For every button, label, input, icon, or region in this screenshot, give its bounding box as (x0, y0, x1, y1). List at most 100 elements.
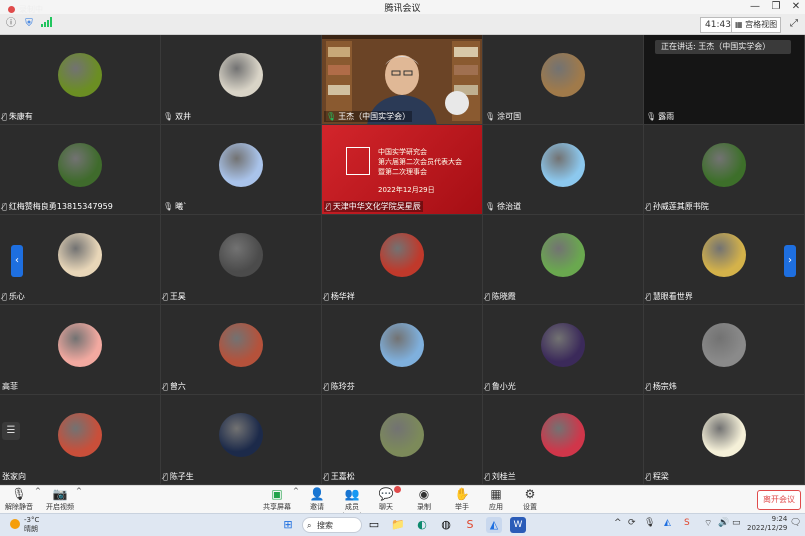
mic-muted-icon: 🎙̸ (163, 472, 168, 481)
chat-button[interactable]: 💬 聊天 (374, 486, 401, 513)
participant-name-text: 王杰（中国实学会） (338, 112, 411, 121)
participant-tile[interactable]: 🎙̸ 红梅赞梅良勇13815347959 (0, 125, 161, 215)
participant-tile[interactable]: 🎙̸ 鲁小光 (483, 305, 644, 395)
mic-muted-icon: 🎙̸ (646, 202, 651, 211)
battery-icon[interactable]: ▭ (732, 518, 741, 528)
participant-name-text: 鲁小光 (491, 382, 516, 391)
info-icon[interactable]: ⓘ (4, 17, 18, 31)
share-options-chevron-icon[interactable]: ^ (293, 487, 299, 513)
windows-start-icon[interactable]: ⊞ (280, 517, 296, 533)
fullscreen-icon[interactable]: ⤢ (787, 17, 801, 31)
participant-name: 张家向 (2, 471, 26, 482)
share-label: 共享屏幕 (263, 503, 291, 511)
participant-tile[interactable]: 🎙̸ 王昊 (161, 215, 322, 305)
avatar (219, 412, 263, 457)
audio-options-chevron-icon[interactable]: ^ (35, 487, 41, 513)
volume-icon[interactable]: 🔊 (718, 518, 729, 528)
participant-tile[interactable]: 张家向 (0, 395, 161, 485)
weather-widget[interactable]: -3°C 晴朗 (10, 516, 39, 534)
wifi-icon[interactable]: ⌔ (704, 518, 712, 529)
raise-hand-button[interactable]: ✋ 举手 (450, 487, 474, 513)
tray-tencent-icon[interactable]: ◭ (664, 518, 671, 528)
mic-muted-icon: 🎙 (11, 487, 27, 501)
weather-temp: -3°C (24, 516, 40, 524)
participant-tile[interactable]: 🎙̸ 朱康有 (0, 35, 161, 125)
tray-wps-icon[interactable]: S (684, 518, 690, 528)
record-button[interactable]: ◉ 录制 (412, 487, 436, 513)
video-options-chevron-icon[interactable]: ^ (76, 487, 82, 513)
file-explorer-icon[interactable]: 📁 (390, 517, 406, 533)
hand-icon: ✋ (454, 487, 470, 501)
minimize-button[interactable]: — (745, 0, 765, 14)
chrome-icon[interactable]: ◍ (438, 517, 454, 533)
record-icon: ◉ (418, 487, 430, 501)
members-button[interactable]: 👥成员(99+) (335, 487, 369, 520)
participant-tile[interactable]: 🎙̸ 刘桂兰 (483, 395, 644, 485)
participant-tile[interactable]: 高菲 (0, 305, 161, 395)
participant-tile[interactable]: 🎙̸ 杨宗炜 (644, 305, 805, 395)
participant-name: 🎙̸ 鲁小光 (485, 381, 516, 392)
close-button[interactable]: ✕ (786, 0, 805, 14)
video-button[interactable]: 📷 开启视频 (45, 487, 75, 513)
participant-tile[interactable]: 🎙̸ 王嘉松 (322, 395, 483, 485)
side-menu-icon[interactable]: ☰ (2, 422, 20, 440)
prev-page-button[interactable]: ‹ (11, 245, 23, 277)
tencent-meeting-icon[interactable]: ◭ (486, 517, 502, 533)
participant-tile[interactable]: 🎙 双井 (161, 35, 322, 125)
avatar (541, 232, 585, 277)
apps-button[interactable]: ▦ 应用 (484, 487, 508, 513)
participant-name: 🎙 徐治道 (485, 201, 521, 212)
tray-mic-icon[interactable]: 🎙 (644, 518, 655, 528)
notification-icon[interactable]: 🗨 (790, 518, 801, 528)
participant-tile[interactable]: 🎙 涂可国 (483, 35, 644, 125)
share-screen-button[interactable]: ▣ 共享屏幕 (262, 487, 292, 513)
signal-icon[interactable] (40, 17, 54, 31)
shield-icon[interactable]: ⛨ (22, 17, 36, 31)
record-label: 录制 (417, 503, 431, 511)
participant-name-text: 杨华祥 (330, 292, 355, 301)
settings-button[interactable]: ⚙ 设置 (518, 487, 542, 513)
mic-muted-icon: 🎙̸ (646, 382, 651, 391)
gear-icon: ⚙ (524, 487, 536, 501)
avatar (58, 412, 102, 457)
participant-name-text: 高菲 (2, 382, 18, 391)
participant-tile[interactable]: 🎙 曦` (161, 125, 322, 215)
mic-muted-icon: 🎙̸ (646, 472, 651, 481)
word-icon[interactable]: W (510, 517, 526, 533)
mic-icon: 🎙 (485, 112, 496, 121)
participant-tile[interactable]: 🎙̸ 乐心 (0, 215, 161, 305)
participant-tile[interactable]: 🎙̸ 慧眼看世界 (644, 215, 805, 305)
edge-icon[interactable]: ◐ (414, 517, 430, 533)
meeting-toolbar: 🎙 解除静音 ^ 📷 开启视频 ^ ▣ 共享屏幕 ^ 👤 邀请 👥成员(99+) 💬聊天… (0, 485, 805, 520)
participant-tile[interactable]: 🎙̸ 杨华祥 (322, 215, 483, 305)
participant-tile[interactable]: 🎙̸ 陈子生 (161, 395, 322, 485)
settings-label: 设置 (523, 503, 537, 511)
avatar (58, 52, 102, 97)
invite-button[interactable]: 👤 邀请 (305, 487, 329, 513)
avatar (541, 142, 585, 187)
participant-tile[interactable]: 🎙̸ 陈玲芬 (322, 305, 483, 395)
tray-sync-icon[interactable]: ⟳ (628, 518, 636, 528)
taskbar-clock[interactable]: 9:24 2022/12/29 (747, 515, 787, 533)
participant-tile[interactable]: 中国实学研究会 第六届第二次会员代表大会 暨第二次理事会 2022年12月29日 🎙̸ 天… (322, 125, 483, 215)
next-page-button[interactable]: › (784, 245, 796, 277)
avatar (702, 142, 746, 187)
participant-tile[interactable]: 🎙 王杰（中国实学会） (322, 35, 483, 125)
taskbar-search[interactable]: ⌕ 搜索 (302, 517, 362, 533)
task-view-icon[interactable]: ▭ (366, 517, 382, 533)
restore-button[interactable]: ❐ (766, 0, 786, 14)
view-mode-button[interactable]: ▦ 宫格视图 (731, 17, 782, 33)
leave-meeting-button[interactable]: 离开会议 (757, 490, 801, 510)
participant-tile[interactable]: 🎙 徐治道 (483, 125, 644, 215)
participant-tile[interactable]: 🎙̸ 陈晓霞 (483, 215, 644, 305)
unmute-button[interactable]: 🎙 解除静音 (4, 487, 34, 513)
participant-tile[interactable]: 🎙̸ 孙威莲其原书院 (644, 125, 805, 215)
avatar (219, 52, 263, 97)
recording-label: 录制中 (19, 5, 43, 14)
tray-chevron-icon[interactable]: ^ (614, 518, 622, 528)
participant-tile[interactable]: 🎙̸ 程梁 (644, 395, 805, 485)
avatar (380, 232, 424, 277)
participant-name-text: 陈子生 (169, 472, 194, 481)
participant-tile[interactable]: 🎙̸ 曾六 (161, 305, 322, 395)
wps-icon[interactable]: S (462, 517, 478, 533)
